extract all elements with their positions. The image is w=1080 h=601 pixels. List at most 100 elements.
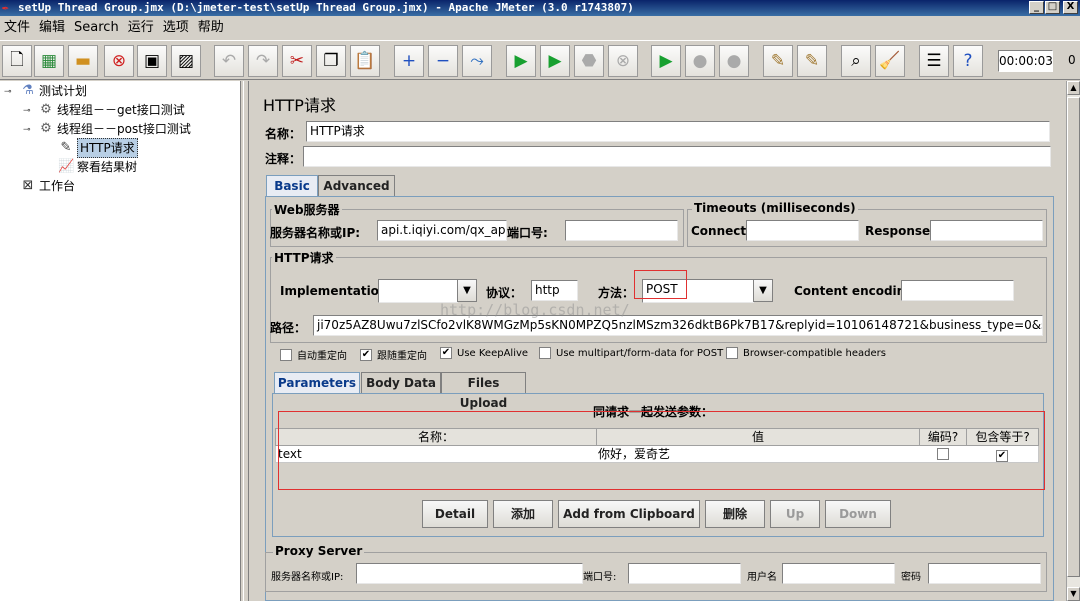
scroll-up-icon[interactable]: ▲	[1067, 81, 1080, 95]
method-dropdown-icon[interactable]: ▼	[753, 279, 773, 302]
menu-help[interactable]: 帮助	[194, 17, 229, 39]
function-helper-icon[interactable]: ☰	[919, 45, 949, 77]
close-icon[interactable]: ⊗	[104, 45, 134, 77]
tree-node-test-plan[interactable]: ⚗ 测试计划	[20, 82, 87, 100]
templates-icon[interactable]: ▦	[34, 45, 64, 77]
proxy-user-field[interactable]	[782, 563, 895, 584]
remote-start-icon[interactable]: ▶	[651, 45, 681, 77]
maximize-button[interactable]: □	[1045, 1, 1060, 14]
proxy-port-label: 端口号:	[583, 572, 617, 583]
name-field[interactable]: HTTP请求	[306, 121, 1050, 142]
content-encoding-field[interactable]	[901, 280, 1014, 301]
auto-redirect-checkbox[interactable]: 自动重定向	[280, 347, 347, 362]
browser-headers-checkbox[interactable]: Browser-compatible headers	[726, 347, 886, 359]
port-field[interactable]	[565, 220, 678, 241]
elapsed-timer: 00:00:03	[998, 50, 1053, 72]
collapse-icon[interactable]: −	[428, 45, 458, 77]
path-field[interactable]: ji70z5AZ8Uwu7zlSCfo2vlK8WMGzMp5sKN0MPZQ5…	[313, 315, 1043, 336]
implementation-label: Implementation:	[280, 284, 393, 298]
name-label: 名称：	[265, 127, 302, 141]
reset-search-icon[interactable]: 🧹	[875, 45, 905, 77]
tree-collapse-icon[interactable]: ⊸	[23, 125, 31, 135]
comment-field[interactable]	[303, 146, 1051, 167]
test-plan-tree: ⊸ ⚗ 测试计划 ⊸ ⚙ 线程组－－get接口测试 ⊸ ⚙ 线程组－－post接口测试…	[0, 81, 241, 601]
checkmark-icon: ✔	[440, 347, 452, 359]
tree-expand-icon[interactable]: ⊸	[23, 106, 31, 116]
add-button[interactable]: 添加	[493, 500, 553, 528]
start-no-pause-icon[interactable]: ▶	[540, 45, 570, 77]
tab-body-data[interactable]: Body Data	[361, 372, 441, 394]
connect-label: Connect:	[691, 224, 751, 238]
implementation-select[interactable]	[378, 279, 458, 303]
keepalive-checkbox[interactable]: ✔ Use KeepAlive	[440, 347, 528, 359]
gear-icon: ⚙	[40, 102, 52, 117]
search-icon[interactable]: ⌕	[841, 45, 871, 77]
split-pane-divider[interactable]	[243, 81, 249, 601]
menu-file[interactable]: 文件	[0, 17, 35, 39]
save-icon[interactable]: ▣	[137, 45, 167, 77]
scroll-thumb[interactable]	[1067, 97, 1080, 577]
tab-advanced[interactable]: Advanced	[318, 175, 395, 197]
new-icon[interactable]: 🗋	[2, 45, 32, 77]
follow-redirect-checkbox[interactable]: ✔ 跟随重定向	[360, 347, 427, 362]
menu-run[interactable]: 运行	[124, 17, 159, 39]
timeouts-legend: Timeouts (milliseconds)	[692, 201, 858, 215]
connect-timeout-field[interactable]	[746, 220, 859, 241]
scroll-down-icon[interactable]: ▼	[1067, 587, 1080, 601]
stop-icon[interactable]: ⬣	[574, 45, 604, 77]
multipart-checkbox[interactable]: Use multipart/form-data for POST	[539, 347, 723, 359]
clear-icon[interactable]: ✎	[763, 45, 793, 77]
tab-basic[interactable]: Basic	[266, 175, 318, 197]
chart-icon: 📈	[58, 159, 75, 174]
checkbox-box	[726, 347, 738, 359]
clear-all-icon[interactable]: ✎	[797, 45, 827, 77]
params-highlight-box	[278, 411, 1045, 490]
tree-node-thread-group-post[interactable]: ⚙ 线程组－－post接口测试	[38, 120, 191, 138]
add-from-clipboard-button[interactable]: Add from Clipboard	[558, 500, 700, 528]
save-as-icon[interactable]: ▨	[171, 45, 201, 77]
undo-icon[interactable]: ↶	[214, 45, 244, 77]
tree-expand-icon[interactable]: ⊸	[4, 87, 12, 97]
tree-node-workbench[interactable]: ⊠ 工作台	[20, 177, 75, 195]
vertical-scrollbar[interactable]: ▲ ▼	[1066, 81, 1080, 601]
up-button[interactable]: Up	[770, 500, 820, 528]
shutdown-icon[interactable]: ⊗	[608, 45, 638, 77]
help-icon[interactable]: ?	[953, 45, 983, 77]
tree-node-thread-group-get[interactable]: ⚙ 线程组－－get接口测试	[38, 101, 185, 119]
remote-stop-icon[interactable]: ●	[685, 45, 715, 77]
close-window-button[interactable]: X	[1063, 1, 1078, 14]
detail-button[interactable]: Detail	[422, 500, 488, 528]
tree-node-http-request[interactable]: ✎ HTTP请求	[58, 138, 138, 158]
proxy-port-field[interactable]	[628, 563, 741, 584]
checkbox-box	[539, 347, 551, 359]
paste-icon[interactable]: 📋	[350, 45, 380, 77]
copy-icon[interactable]: ❐	[316, 45, 346, 77]
server-label: 服务器名称或IP:	[270, 226, 361, 240]
open-icon[interactable]: ▬	[68, 45, 98, 77]
down-button[interactable]: Down	[825, 500, 891, 528]
minimize-button[interactable]: _	[1029, 1, 1044, 14]
menu-search[interactable]: Search	[70, 17, 124, 39]
implementation-dropdown-icon[interactable]: ▼	[457, 279, 477, 302]
tree-node-view-results-tree[interactable]: 📈 察看结果树	[58, 158, 137, 176]
toggle-icon[interactable]: ⤳	[462, 45, 492, 77]
port-label: 端口号:	[507, 226, 548, 240]
proxy-password-field[interactable]	[928, 563, 1041, 584]
menu-edit[interactable]: 编辑	[35, 17, 70, 39]
expand-icon[interactable]: +	[394, 45, 424, 77]
proxy-server-field[interactable]	[356, 563, 583, 584]
menu-options[interactable]: 选项	[159, 17, 194, 39]
delete-button[interactable]: 删除	[705, 500, 765, 528]
active-thread-count: 0	[1068, 53, 1076, 67]
tab-files-upload[interactable]: Files Upload	[441, 372, 526, 410]
start-icon[interactable]: ▶	[506, 45, 536, 77]
redo-icon[interactable]: ↷	[248, 45, 278, 77]
server-name-field[interactable]: api.t.iqiyi.com/qx_api	[377, 220, 507, 241]
response-timeout-field[interactable]	[930, 220, 1043, 241]
checkbox-box	[280, 348, 292, 361]
jmeter-feather-icon: ✒	[2, 1, 9, 14]
tab-parameters[interactable]: Parameters	[274, 372, 360, 394]
remote-shutdown-icon[interactable]: ●	[719, 45, 749, 77]
protocol-field[interactable]: http	[531, 280, 578, 301]
cut-icon[interactable]: ✂	[282, 45, 312, 77]
